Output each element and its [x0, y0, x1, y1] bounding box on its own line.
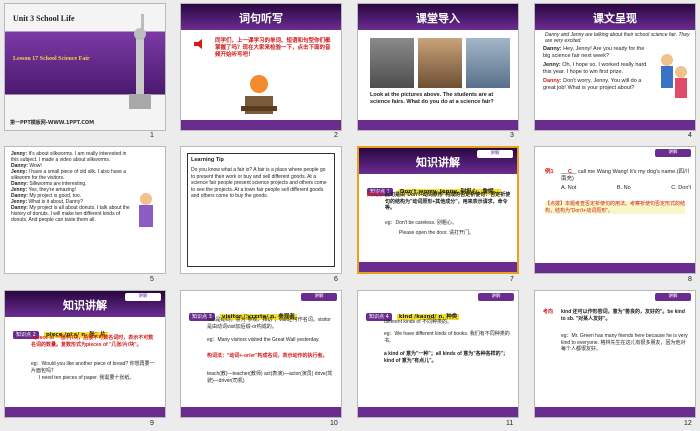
slide-thumbnail-7[interactable]: 知识讲解 讲解 知识点 1 Don't worry, Jenny. 别担心，詹妮…: [357, 146, 519, 274]
dialogue: Jenny: It's about silkworms. I am really…: [11, 151, 131, 223]
slide-footer: [181, 407, 341, 417]
slide-banner: 课堂导入: [358, 4, 518, 30]
example-2: teach(教)—teacher(教师) act(表演)—actor(演员) d…: [207, 371, 333, 384]
dialogue: Danny: Hey, Jenny! Are you ready for the…: [543, 46, 653, 92]
slide-number-10: 10: [330, 420, 338, 427]
slide-number-11: 11: [506, 420, 514, 427]
slide-number-9: 9: [150, 420, 154, 427]
knowledge-badge: 讲解: [655, 149, 691, 157]
options-row: A. Not B. No C. Don't: [561, 185, 691, 192]
slide-thumbnail-4[interactable]: 课文呈现 Danny and Jenny are talking about t…: [534, 3, 696, 131]
slide-footer: [5, 407, 165, 417]
dialogue-line: Jenny: Oh, I hope so. I worked really ha…: [543, 62, 647, 75]
grammar-note: a piece of 一张/片/块，后接不可数名词时，表示不可数名词的数量。复数…: [31, 335, 154, 348]
example-2: I need ten pieces of paper. 我需要十张纸。: [39, 375, 135, 381]
grammar-note: visit是动词，意为"参观、拜访"，visit还可作名词。visitor是由动…: [207, 317, 331, 330]
option-c: C. Don't: [671, 185, 691, 191]
slide-footer: [358, 407, 518, 417]
characters-image: [139, 193, 153, 227]
slide-footer: [181, 120, 341, 130]
example-1: eg：We have different kinds of books. 我们有…: [384, 331, 510, 344]
statue-of-liberty-image: [129, 14, 151, 109]
slide-thumbnail-3[interactable]: 课堂导入 Look at the pictures above. The stu…: [357, 3, 519, 131]
slide-banner: 课文呈现: [535, 4, 695, 30]
example-1: eg：Don't be careless. 别粗心。: [385, 220, 457, 226]
example-2: Please open the door. 请打开门。: [399, 230, 475, 236]
slide-number-1: 1: [150, 132, 154, 139]
slide-title: 课堂导入: [416, 12, 460, 25]
science-fair-photo-2: [418, 38, 462, 88]
slide-footer: [358, 120, 518, 130]
knowledge-badge: 讲解: [301, 293, 337, 301]
dialogue-line: Jenny: I have a small piece of old silk.…: [11, 169, 127, 181]
slide-number-12: 12: [684, 420, 692, 427]
slide-number-6: 6: [334, 276, 338, 283]
footer-text: 第一PPT模板网-WWW.1PPT.COM: [10, 120, 95, 126]
unit-title: Unit 3 School Life: [13, 14, 75, 23]
dialogue-line: Danny: My project is all about donuts. I…: [11, 205, 130, 223]
slide-title: 课文呈现: [593, 12, 637, 25]
knowledge-badge: 讲解: [478, 293, 514, 301]
slide-banner: 词句听写: [181, 4, 341, 30]
dialogue-line: Danny: Don't worry, Jenny. You will do a…: [543, 78, 642, 91]
grammar-note: different kinds of 不同种类的。: [384, 319, 452, 325]
note-label: 考向: [543, 309, 554, 315]
slide-number-5: 5: [150, 276, 154, 283]
grammar-note-2: a kind of 意为"一种"；all kinds of 意为"各种各样的"；…: [384, 351, 508, 364]
question-text: _____ call me Wang Wang! It's my dog's n…: [561, 169, 690, 182]
cartoon-student-image: [241, 75, 277, 114]
slide-footer: [535, 407, 695, 417]
slide-body: Look at the pictures above. The students…: [370, 92, 494, 105]
slide-number-8: 8: [688, 276, 692, 283]
slide-thumbnail-8[interactable]: 讲解 例1 C _____ call me Wang Wang! It's my…: [534, 146, 696, 274]
slide-thumbnail-2[interactable]: 词句听写 同学们，上一课学习的单词、短语和句型你们都掌握了吗？现在大家来检验一下…: [180, 3, 342, 131]
slide-number-3: 3: [510, 132, 514, 139]
science-fair-photo-3: [466, 38, 510, 88]
tip-heading: Learning Tip: [191, 157, 224, 163]
slide-thumbnail-6[interactable]: Learning Tip Do you know what a fair is?…: [180, 146, 342, 274]
slide-footer: [535, 120, 695, 130]
slide-number-7: 7: [510, 276, 514, 283]
science-fair-photo-1: [370, 38, 414, 88]
dialogue-line: Danny: Hey, Jenny! Are you ready for the…: [543, 46, 645, 59]
slide-thumbnail-12[interactable]: 讲解 考向 kind 还可以作形容词，意为"善良的，友好的"。be kind t…: [534, 290, 696, 418]
slide-thumbnail-5[interactable]: Jenny: It's about silkworms. I am really…: [4, 146, 166, 274]
grammar-note: kind 还可以作形容词，意为"善良的，友好的"。be kind to sb. …: [561, 309, 685, 322]
grammar-note-2: 构词法："动词+-or/er"构成名词，表示动作的执行者。: [207, 353, 328, 359]
slide-number-2: 2: [334, 132, 338, 139]
slide-thumbnail-9[interactable]: 知识讲解 讲解 知识点 2 piece /piːs/ n. 张；片 a piec…: [4, 290, 166, 418]
slide-sorter-grid: Unit 3 School Life Lesson 17 School Scie…: [0, 0, 700, 431]
slide-number-4: 4: [688, 132, 692, 139]
option-b: B. No: [616, 185, 631, 191]
slide-thumbnail-10[interactable]: 讲解 知识点 3 visitor /ˈvɪzɪtə/ n. 参观者 visit是…: [180, 290, 342, 418]
option-a: A. Not: [561, 185, 577, 191]
speaker-icon: [194, 39, 202, 49]
knowledge-badge: 讲解: [477, 150, 513, 158]
slide-thumbnail-1[interactable]: Unit 3 School Life Lesson 17 School Scie…: [4, 3, 166, 131]
slide-footer: [535, 263, 695, 273]
slide-title: 词句听写: [239, 12, 283, 25]
dialogue-line: Jenny: It's about silkworms. I am really…: [11, 151, 127, 163]
example-1: eg：Mr. Green has many friends here becau…: [561, 333, 688, 352]
lesson-title: Lesson 17 School Science Fair: [13, 56, 90, 62]
knowledge-badge: 讲解: [125, 293, 161, 301]
slide-thumbnail-11[interactable]: 讲解 知识点 4 kind /kaɪnd/ n. 种类 different ki…: [357, 290, 519, 418]
slide-footer: [359, 262, 517, 272]
slide-body: 同学们，上一课学习的单词、短语和句型你们都掌握了吗？现在大家来检验一下，点击下面…: [215, 38, 331, 58]
note-label: 知识点: [367, 192, 383, 198]
analysis-text: 【点拨】本题考查否定祈使句的用法。考察祈使句否定形式的结构，结构为"Don't+…: [545, 201, 686, 214]
characters-image: [661, 54, 687, 98]
slide-intro: Danny and Jenny are talking about their …: [545, 32, 690, 44]
grammar-note: 此句是由"Don't+动词原形"构成的否定祈使句：否定祈使句的结构为"动词原形+…: [385, 192, 511, 211]
example-label: 例1: [545, 169, 554, 175]
knowledge-badge: 讲解: [655, 293, 691, 301]
example-1: eg：Many visitors visited the Great Wall …: [207, 337, 320, 343]
tip-body: Do you know what a fair is? A fair is a …: [191, 167, 327, 199]
example-1: eg：Would you like another piece of bread…: [31, 361, 155, 374]
